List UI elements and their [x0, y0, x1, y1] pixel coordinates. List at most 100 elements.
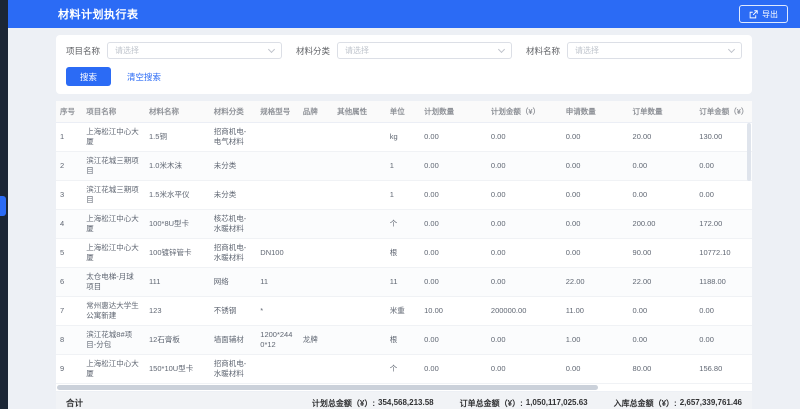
table-cell: 龙牌: [299, 326, 333, 355]
table-cell: 上海松江中心大厦: [82, 239, 145, 268]
table-cell: 100镀锌管卡: [145, 239, 210, 268]
table-cell: [299, 181, 333, 210]
table-cell: 滨江花城三期项目: [82, 181, 145, 210]
table-cell: 上海松江中心大厦: [82, 123, 145, 152]
table-cell: 太仓电梯-月球项目: [82, 268, 145, 297]
table-cell: [333, 297, 386, 326]
table-header: 序号 项目名称 材料名称 材料分类 规格型号 品牌 其他属性 单位 计划数量 计…: [56, 101, 752, 123]
table-cell: 130.00: [695, 123, 752, 152]
page: 材料计划执行表 导出 项目名称 请选择: [0, 0, 800, 409]
table-cell: [299, 268, 333, 297]
column-header-planned-amount: 计划金额（¥）: [487, 101, 562, 123]
table-cell: 1: [386, 181, 420, 210]
column-header-applied-qty: 申请数量: [562, 101, 629, 123]
table-cell: 0.00: [487, 239, 562, 268]
project-name-select[interactable]: 请选择: [107, 42, 282, 59]
table-cell: 核芯机电-水暖材料: [210, 210, 257, 239]
export-label: 导出: [762, 9, 778, 20]
collapsed-sidebar[interactable]: [0, 0, 8, 409]
table-cell: 网络: [210, 268, 257, 297]
table-cell: 0.00: [562, 355, 629, 384]
table-cell: 80.00: [629, 355, 696, 384]
summary-order-total: 订单总金额（¥）: 1,050,117,025.63: [460, 398, 588, 409]
table-cell: [333, 326, 386, 355]
table-row[interactable]: 6太仓电梯-月球项目111网络11110.000.0022.0022.00118…: [56, 268, 752, 297]
filter-group-material-name: 材料名称 请选择: [526, 42, 742, 59]
material-category-select[interactable]: 请选择: [337, 42, 512, 59]
table-cell: 9: [56, 355, 82, 384]
table-cell: 90.00: [629, 239, 696, 268]
horizontal-scrollbar-thumb[interactable]: [57, 385, 598, 390]
table-cell: DN100: [256, 239, 298, 268]
table-cell: [333, 123, 386, 152]
table-cell: 0.00: [487, 181, 562, 210]
table-cell: 11: [256, 268, 298, 297]
table-cell: 0.00: [629, 152, 696, 181]
table-cell: 墙面辅材: [210, 326, 257, 355]
table-cell: 123: [145, 297, 210, 326]
column-header-material-name: 材料名称: [145, 101, 210, 123]
table-cell: 0.00: [695, 297, 752, 326]
table-cell: 个: [386, 210, 420, 239]
table-row[interactable]: 3滨江花城三期项目1.5米水平仪未分类10.000.000.000.000.00: [56, 181, 752, 210]
table-row[interactable]: 4上海松江中心大厦100*8U型卡核芯机电-水暖材料个0.000.000.002…: [56, 210, 752, 239]
table-cell: 100*8U型卡: [145, 210, 210, 239]
export-button[interactable]: 导出: [739, 5, 788, 23]
table-row[interactable]: 2滨江花城三期项目1.0米木沫未分类10.000.000.000.000.00: [56, 152, 752, 181]
column-header-spec: 规格型号: [256, 101, 298, 123]
filter-actions: 搜索 清空搜索: [66, 67, 742, 86]
table-cell: 0.00: [487, 123, 562, 152]
table-cell: 22.00: [562, 268, 629, 297]
filter-label-material-category: 材料分类: [296, 45, 330, 57]
column-header-index: 序号: [56, 101, 82, 123]
table-row[interactable]: 5上海松江中心大厦100镀锌管卡招商机电-水暖材料DN100根0.000.000…: [56, 239, 752, 268]
table-cell: [333, 239, 386, 268]
table-cell: 200000.00: [487, 297, 562, 326]
table-cell: 上海松江中心大厦: [82, 210, 145, 239]
table-cell: 0.00: [562, 239, 629, 268]
table-row[interactable]: 8滨江花城8#项目-分包12石膏板墙面辅材1200*2440*12龙牌根0.00…: [56, 326, 752, 355]
column-header-material-category: 材料分类: [210, 101, 257, 123]
table-cell: 10.00: [420, 297, 487, 326]
main-area: 材料计划执行表 导出 项目名称 请选择: [8, 0, 800, 409]
table-cell: 8: [56, 326, 82, 355]
table-row[interactable]: 9上海松江中心大厦150*10U型卡招商机电-水暖材料个0.000.000.00…: [56, 355, 752, 384]
table-cell: 200.00: [629, 210, 696, 239]
table-cell: 0.00: [562, 181, 629, 210]
table-cell: [299, 239, 333, 268]
table-cell: 3: [56, 181, 82, 210]
table-cell: [299, 123, 333, 152]
table-cell: [299, 152, 333, 181]
table-row[interactable]: 7常州惠达大学生公寓新建123不锈钢*米重10.00200000.0011.00…: [56, 297, 752, 326]
table-cell: [333, 268, 386, 297]
header-row: 序号 项目名称 材料名称 材料分类 规格型号 品牌 其他属性 单位 计划数量 计…: [56, 101, 752, 123]
table-cell: 0.00: [695, 181, 752, 210]
search-button[interactable]: 搜索: [66, 67, 111, 86]
table-cell: 滨江花城8#项目-分包: [82, 326, 145, 355]
table-cell: 0.00: [629, 297, 696, 326]
material-name-select[interactable]: 请选择: [567, 42, 742, 59]
materials-table: 序号 项目名称 材料名称 材料分类 规格型号 品牌 其他属性 单位 计划数量 计…: [56, 101, 752, 384]
table-cell: 0.00: [562, 123, 629, 152]
vertical-scrollbar[interactable]: [747, 123, 751, 181]
summary-planned-total-value: 354,568,213.58: [378, 398, 434, 409]
sidebar-expand-handle[interactable]: [0, 196, 6, 216]
table-cell: 0.00: [420, 355, 487, 384]
table-cell: 2: [56, 152, 82, 181]
table-row[interactable]: 1上海松江中心大厦1.5铜招商机电-电气材料kg0.000.000.0020.0…: [56, 123, 752, 152]
table-cell: 未分类: [210, 152, 257, 181]
table-cell: 根: [386, 326, 420, 355]
table-cell: 个: [386, 355, 420, 384]
clear-search-button[interactable]: 清空搜索: [127, 71, 161, 83]
topbar: 材料计划执行表 导出: [8, 0, 800, 28]
table-cell: 11.00: [562, 297, 629, 326]
table-cell: 1.5铜: [145, 123, 210, 152]
table-cell: 1200*2440*12: [256, 326, 298, 355]
chevron-down-icon: [498, 45, 505, 52]
table-cell: [256, 123, 298, 152]
filter-panel: 项目名称 请选择 材料分类 请选择 材料名称: [56, 35, 752, 94]
table-cell: 0.00: [420, 152, 487, 181]
content: 项目名称 请选择 材料分类 请选择 材料名称: [8, 28, 800, 409]
table-cell: 0.00: [629, 181, 696, 210]
table-cell: 招商机电-水暖材料: [210, 239, 257, 268]
